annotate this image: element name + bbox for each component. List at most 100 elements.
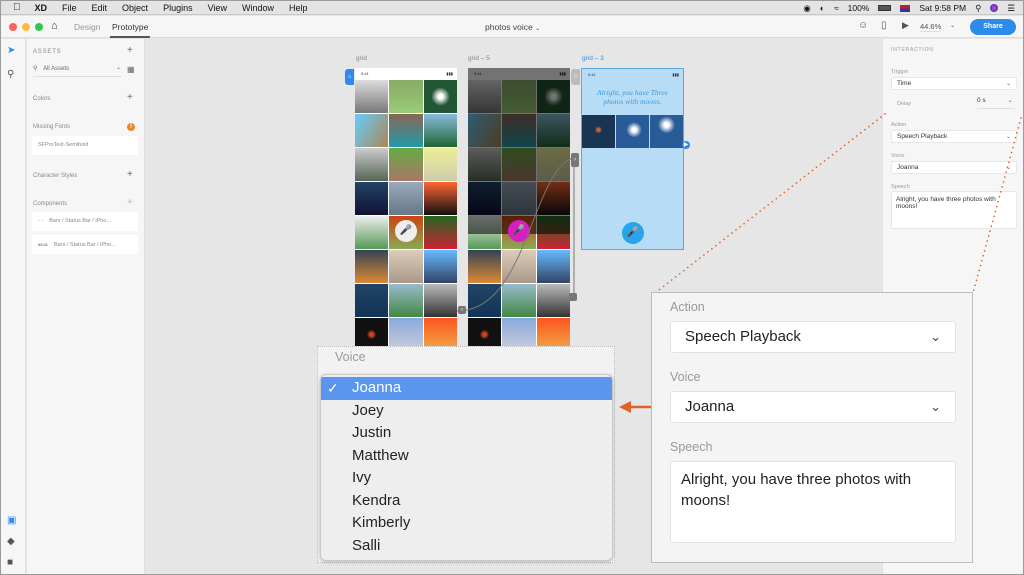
photo-grid — [355, 80, 457, 348]
voice-option-justin[interactable]: Justin — [321, 422, 612, 445]
voice-dropdown-menu[interactable]: ✓ Joanna Joey Justin Matthew Ivy Kendra K… — [320, 374, 613, 561]
zoom-tool-icon[interactable]: ⚲ — [7, 69, 14, 80]
zoom-level[interactable]: 44.6% — [920, 22, 942, 32]
siri-icon[interactable] — [990, 4, 999, 12]
delay-select[interactable]: 0 s ⌄ — [977, 97, 1015, 109]
grid-view-icon[interactable]: ▦ — [127, 65, 135, 74]
wire-arrow-handle[interactable]: › — [571, 153, 579, 167]
document-title[interactable]: photos voice ⌄ — [485, 22, 540, 32]
share-users-icon[interactable]: ☺ — [858, 20, 868, 31]
menu-object[interactable]: Object — [122, 3, 148, 13]
speech-textarea[interactable]: Alright, you have three photos with moon… — [891, 191, 1017, 229]
checkmark-icon: ✓ — [327, 380, 339, 396]
voice-value: Joanna — [897, 164, 919, 171]
layers-icon[interactable]: ◆ — [7, 536, 15, 547]
add-color-button[interactable]: + — [127, 92, 133, 103]
mic-button-active[interactable]: 🎤 — [508, 220, 530, 242]
share-button[interactable]: Share — [970, 19, 1016, 35]
voice-option-label: Joanna — [352, 379, 402, 396]
device-preview-icon[interactable]: ▯ — [881, 20, 887, 31]
add-character-style-button[interactable]: + — [127, 169, 133, 180]
signal-icon: ▮▮▮ — [672, 72, 679, 77]
wifi-icon[interactable]: ≈ — [834, 3, 839, 13]
clock[interactable]: Sat 9:58 PM — [919, 3, 966, 13]
artboard-grid[interactable]: 9:41 ▮▮▮ 🎤 — [355, 68, 457, 348]
assets-filter[interactable]: ⚲ All Assets ⌄ — [33, 65, 121, 77]
component-name: Bars / Status Bar / iPho... — [54, 242, 116, 248]
search-icon: ⚲ — [33, 66, 38, 72]
home-icon[interactable]: ⌂ — [51, 20, 58, 32]
voice-select[interactable]: Joanna ⌄ — [891, 161, 1017, 174]
menu-view[interactable]: View — [208, 3, 227, 13]
component-item[interactable]: - - Bars / Status Bar / iPho... — [32, 212, 138, 231]
tab-design[interactable]: Design — [74, 22, 100, 32]
voice-label: Voice — [335, 350, 366, 364]
component-item[interactable]: 09:41 Bars / Status Bar / iPho... — [32, 235, 138, 254]
voice-option-salli[interactable]: Salli — [321, 535, 612, 558]
chevron-down-icon: ⌄ — [535, 26, 541, 32]
mic-button[interactable]: 🎤 — [622, 222, 644, 244]
creative-cloud-icon[interactable]: ◉ — [803, 3, 810, 14]
voice-option-kimberly[interactable]: Kimberly — [321, 512, 612, 535]
voice-select[interactable]: Joanna ⌄ — [670, 391, 956, 423]
trigger-value: Time — [897, 80, 912, 87]
select-tool-icon[interactable]: ➤ — [7, 45, 15, 56]
menu-edit[interactable]: Edit — [92, 3, 108, 13]
battery-icon[interactable] — [878, 5, 892, 11]
flag-icon[interactable] — [900, 4, 911, 12]
components-label: Components — [33, 201, 68, 207]
artboard-message: Alright, you have Three photos with moon… — [597, 88, 668, 106]
tab-prototype[interactable]: Prototype — [109, 22, 151, 38]
component-name: Bars / Status Bar / iPho... — [49, 218, 111, 224]
action-select[interactable]: Speech Playback ⌄ — [670, 321, 956, 353]
artboard-label[interactable]: grid – 3 — [582, 55, 604, 62]
wire-start-handle[interactable]: ‹ — [458, 306, 466, 314]
trigger-select[interactable]: Time ⌄ — [891, 77, 1017, 90]
voice-option-joey[interactable]: Joey — [321, 400, 612, 423]
menu-file[interactable]: File — [62, 3, 77, 13]
assets-header: ASSETS — [33, 49, 62, 55]
menu-xd[interactable]: XD — [35, 3, 48, 13]
assets-filter-label: All Assets — [43, 66, 70, 72]
artboard-label[interactable]: grid – 5 — [468, 55, 490, 62]
battery-percent: 100% — [847, 3, 870, 13]
add-asset-button[interactable]: + — [127, 45, 133, 56]
chevron-down-icon[interactable]: ⌄ — [116, 64, 121, 71]
warning-icon[interactable]: ! — [127, 123, 135, 131]
menu-help[interactable]: Help — [289, 3, 308, 13]
menu-window[interactable]: Window — [242, 3, 274, 13]
notification-center-icon[interactable]: ☰ — [1007, 3, 1015, 14]
voice-option-ivy[interactable]: Ivy — [321, 467, 612, 490]
action-label: Action — [891, 122, 907, 128]
add-component-button[interactable]: + — [127, 197, 133, 208]
artboard-label[interactable]: grid — [356, 55, 367, 62]
mac-menubar:  XD File Edit Object Plugins View Windo… — [1, 1, 1023, 15]
speech-textarea[interactable]: Alright, you have three photos with moon… — [670, 461, 956, 543]
connection-handle-icon[interactable]: ▶ — [682, 141, 690, 149]
spotlight-icon[interactable]: ⚲ — [975, 3, 981, 14]
assets-panel-icon[interactable]: ▣ — [7, 515, 16, 526]
play-preview-icon[interactable]: ▶ — [902, 20, 909, 31]
chevron-down-icon: ⌄ — [930, 329, 941, 344]
home-artboard-flag-icon[interactable]: ⌂ — [571, 69, 580, 85]
app-status-icon[interactable]: ◐ — [820, 3, 825, 13]
plugins-icon[interactable]: ■ — [7, 557, 13, 568]
home-artboard-flag-icon[interactable]: ⌂ — [345, 69, 354, 85]
close-window-button[interactable] — [9, 23, 17, 31]
action-select[interactable]: Speech Playback ⌄ — [891, 130, 1017, 143]
mic-button[interactable]: 🎤 — [395, 220, 417, 242]
missing-font-item[interactable]: SFProText-Semibold — [32, 136, 138, 155]
voice-option-joanna[interactable]: ✓ Joanna — [321, 377, 612, 400]
zoom-chevron-icon[interactable]: ⌄ — [950, 22, 955, 29]
wire-end-handle[interactable] — [569, 293, 577, 301]
artboard-grid-3[interactable]: 9:41 ▮▮▮ Alright, you have Three photos w… — [581, 68, 684, 250]
apple-menu-icon[interactable]:  — [13, 2, 21, 13]
chevron-down-icon: ⌄ — [1005, 81, 1011, 87]
minimize-window-button[interactable] — [22, 23, 30, 31]
voice-option-kendra[interactable]: Kendra — [321, 490, 612, 513]
zoom-window-button[interactable] — [35, 23, 43, 31]
artboard-grid-5[interactable]: 9:41▮▮▮ 🎤 — [468, 68, 570, 348]
delay-label: Delay — [897, 101, 912, 107]
voice-option-matthew[interactable]: Matthew — [321, 445, 612, 468]
menu-plugins[interactable]: Plugins — [163, 3, 193, 13]
